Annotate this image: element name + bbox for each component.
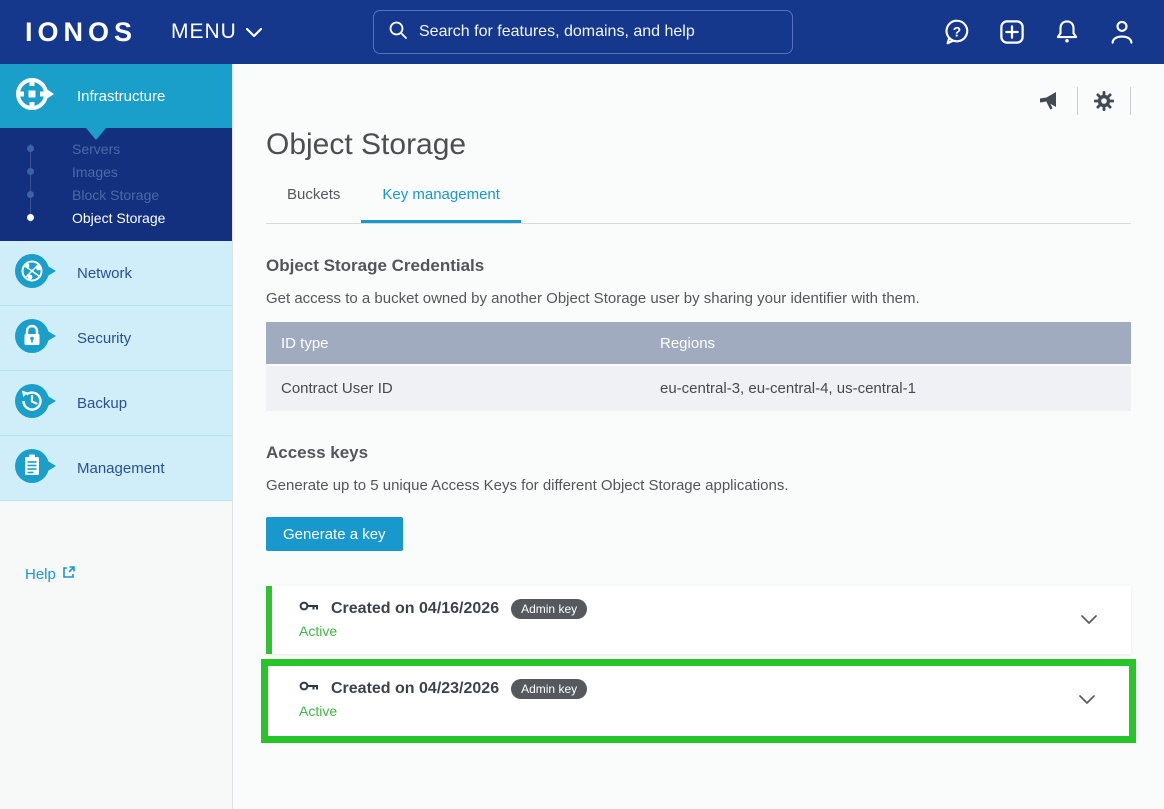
sidebar-item-label: Security xyxy=(77,330,131,347)
column-header-regions: Regions xyxy=(645,335,1131,352)
menu-label: MENU xyxy=(171,20,237,44)
sidebar-item-network[interactable]: Network xyxy=(0,241,232,306)
divider xyxy=(1130,87,1131,115)
column-header-id-type: ID type xyxy=(266,335,645,352)
cell-id-type: Contract User ID xyxy=(266,380,645,397)
management-icon xyxy=(14,448,58,489)
chevron-down-icon[interactable] xyxy=(1079,692,1095,710)
infrastructure-submenu: Servers Images Block Storage Object Stor… xyxy=(0,128,232,241)
key-created-label: Created on 04/16/2026 xyxy=(331,600,499,618)
tab-bar: Buckets Key management xyxy=(266,186,1131,224)
key-status: Active xyxy=(299,703,1129,719)
table-header-row: ID type Regions xyxy=(266,322,1131,364)
help-icon[interactable]: ? xyxy=(941,16,973,48)
security-icon xyxy=(14,318,58,359)
admin-key-badge: Admin key xyxy=(511,679,587,699)
access-keys-heading: Access keys xyxy=(266,443,1131,463)
credentials-description: Get access to a bucket owned by another … xyxy=(266,290,1131,307)
sidebar-subitem-object-storage[interactable]: Object Storage xyxy=(0,206,232,229)
divider xyxy=(1077,87,1078,115)
search-input[interactable] xyxy=(419,23,759,41)
table-row: Contract User ID eu-central-3, eu-centra… xyxy=(266,366,1131,411)
key-created-label: Created on 04/23/2026 xyxy=(331,680,499,698)
topbar-icons: ? xyxy=(941,16,1138,48)
bullet-icon xyxy=(27,168,34,175)
credentials-table: ID type Regions Contract User ID eu-cent… xyxy=(266,322,1131,411)
bullet-icon xyxy=(27,191,34,198)
sidebar-footer: Help xyxy=(0,501,232,584)
subitem-label: Servers xyxy=(72,141,120,157)
topbar: IONOS MENU ? xyxy=(0,0,1164,64)
megaphone-icon[interactable] xyxy=(1037,89,1063,113)
key-icon xyxy=(299,598,319,619)
sidebar-subitem-block-storage[interactable]: Block Storage xyxy=(0,183,232,206)
app-root: IONOS MENU ? xyxy=(0,0,1164,809)
sidebar-item-backup[interactable]: Backup xyxy=(0,371,232,436)
sidebar-item-label: Infrastructure xyxy=(77,88,165,105)
sidebar-item-label: Network xyxy=(77,265,132,282)
tab-buckets[interactable]: Buckets xyxy=(266,186,361,223)
access-keys-list: Created on 04/16/2026 Admin key Active C… xyxy=(266,586,1131,743)
key-icon xyxy=(299,678,319,699)
access-keys-description: Generate up to 5 unique Access Keys for … xyxy=(266,477,1131,494)
help-label: Help xyxy=(25,566,56,583)
sidebar-item-management[interactable]: Management xyxy=(0,436,232,501)
sidebar-item-security[interactable]: Security xyxy=(0,306,232,371)
tab-key-management[interactable]: Key management xyxy=(361,186,521,223)
search-bar[interactable] xyxy=(373,10,793,54)
bullet-icon xyxy=(27,145,34,152)
subitem-label: Images xyxy=(72,164,118,180)
sidebar: Infrastructure Servers Images Block Stor… xyxy=(0,64,233,809)
backup-icon xyxy=(14,383,58,424)
chevron-down-icon xyxy=(246,20,262,44)
chevron-down-icon[interactable] xyxy=(1081,612,1097,630)
page-actions xyxy=(266,88,1131,114)
account-icon[interactable] xyxy=(1106,16,1138,48)
gear-icon[interactable] xyxy=(1092,89,1116,113)
subitem-label: Object Storage xyxy=(72,210,165,226)
sidebar-subitem-servers[interactable]: Servers xyxy=(0,137,232,160)
help-link[interactable]: Help xyxy=(25,565,76,583)
create-icon[interactable] xyxy=(996,16,1028,48)
page-title: Object Storage xyxy=(266,128,1131,162)
search-icon xyxy=(388,20,408,45)
sidebar-item-label: Backup xyxy=(77,395,127,412)
svg-text:?: ? xyxy=(953,24,961,39)
admin-key-badge: Admin key xyxy=(511,599,587,619)
bullet-icon xyxy=(27,214,34,221)
main-content: Object Storage Buckets Key management Ob… xyxy=(233,64,1164,809)
notifications-icon[interactable] xyxy=(1051,16,1083,48)
key-status: Active xyxy=(299,623,1131,639)
sidebar-item-infrastructure[interactable]: Infrastructure xyxy=(0,64,232,128)
network-icon xyxy=(14,253,58,294)
sidebar-subitem-images[interactable]: Images xyxy=(0,160,232,183)
sidebar-item-label: Management xyxy=(77,460,165,477)
subitem-label: Block Storage xyxy=(72,187,159,203)
access-key-card-1[interactable]: Created on 04/16/2026 Admin key Active xyxy=(266,586,1131,654)
menu-button[interactable]: MENU xyxy=(171,20,262,44)
external-link-icon xyxy=(62,565,76,583)
access-key-card-2[interactable]: Created on 04/23/2026 Admin key Active xyxy=(268,666,1129,736)
ionos-logo[interactable]: IONOS xyxy=(25,17,137,48)
infrastructure-icon xyxy=(14,76,58,117)
cell-regions: eu-central-3, eu-central-4, us-central-1 xyxy=(645,380,1131,397)
credentials-heading: Object Storage Credentials xyxy=(266,256,1131,276)
generate-key-button[interactable]: Generate a key xyxy=(266,517,403,551)
highlight-annotation-box: Created on 04/23/2026 Admin key Active xyxy=(261,659,1136,743)
